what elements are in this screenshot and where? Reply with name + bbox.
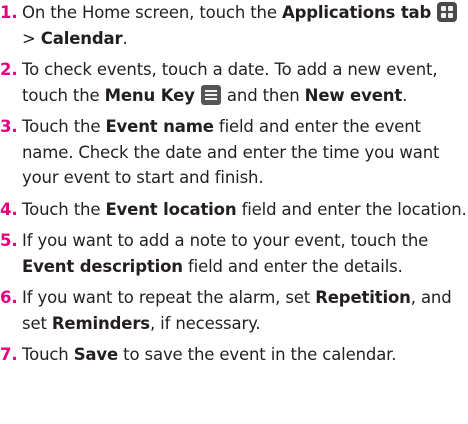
step-emphasis-text: Event name [105, 117, 214, 136]
step-number: 4. [0, 199, 18, 219]
step-emphasis-text: Save [73, 345, 119, 364]
step-emphasis-text: Event location [105, 199, 237, 219]
step-text: , if necessary. [149, 313, 261, 333]
menu-key-icon [200, 84, 221, 105]
step-text: Touch the [22, 199, 106, 219]
step-number: 1. [0, 3, 18, 22]
step-number: 6. [0, 288, 18, 307]
step-text: If you want to add a note to your event,… [22, 231, 429, 250]
step-text: . [402, 85, 408, 105]
step-item: 5. If you want to add a note to your even… [0, 228, 468, 279]
step-text: to save the event in the calendar. [118, 345, 397, 364]
step-number: 3. [0, 117, 18, 136]
step-item: 2. To check events, touch a date. To add … [0, 57, 468, 108]
step-emphasis-text: Event description [22, 256, 183, 276]
step-text: > [22, 28, 41, 48]
step-text [195, 86, 200, 105]
step-text: On the Home screen, touch the [22, 3, 282, 22]
step-item: 6. If you want to repeat the alarm, set R… [0, 285, 468, 336]
step-number: 7. [0, 345, 18, 364]
step-item: 4. Touch the Event location field and ent… [0, 197, 468, 223]
step-item: 1. On the Home screen, touch the Applicat… [0, 0, 468, 51]
step-text: field and enter the location. [236, 199, 467, 219]
step-text: If you want to repeat the alarm, set [22, 288, 316, 307]
step-emphasis-text: Applications tab [281, 3, 432, 22]
step-emphasis-text: Reminders [51, 313, 150, 333]
step-number: 5. [0, 231, 18, 250]
step-text: Touch the [22, 117, 106, 136]
step-item: 7. Touch Save to save the event in the ca… [0, 342, 468, 368]
step-number: 2. [0, 60, 18, 79]
step-emphasis-text: Menu Key [104, 85, 195, 105]
step-text: Touch [22, 345, 74, 364]
apps-grid-icon [437, 2, 458, 22]
step-emphasis-text: New event [304, 85, 403, 105]
step-text: and then [221, 85, 305, 105]
step-item: 3. Touch the Event name field and enter t… [0, 114, 468, 191]
instruction-steps-list: 1. On the Home screen, touch the Applicat… [0, 0, 468, 374]
step-text: . [122, 28, 128, 48]
step-emphasis-text: Repetition [315, 288, 411, 307]
step-text: field and enter the details. [182, 256, 403, 276]
step-emphasis-text: Calendar [40, 28, 123, 48]
step-text [431, 3, 436, 22]
